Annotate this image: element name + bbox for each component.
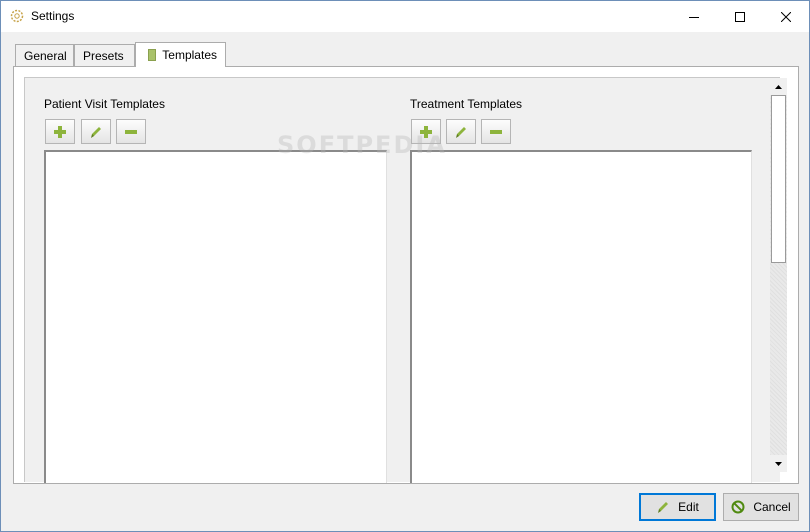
- scroll-down-button[interactable]: [770, 455, 787, 472]
- cancel-button[interactable]: Cancel: [723, 493, 799, 521]
- arrow-down-icon: [775, 461, 782, 466]
- edit-treatment-template-button[interactable]: [446, 119, 476, 144]
- add-icon: [54, 125, 66, 138]
- scroll-up-button[interactable]: [770, 78, 787, 95]
- remove-icon: [490, 129, 502, 134]
- treatment-templates-label: Treatment Templates: [410, 97, 523, 111]
- title-bar[interactable]: Settings: [1, 1, 809, 32]
- remove-patient-template-button[interactable]: [116, 119, 146, 144]
- minimize-button[interactable]: [671, 1, 717, 32]
- tab-templates-label: Templates: [162, 48, 217, 62]
- edit-patient-template-button[interactable]: [81, 119, 111, 144]
- close-button[interactable]: [763, 1, 809, 32]
- remove-treatment-template-button[interactable]: [481, 119, 511, 144]
- tab-presets[interactable]: Presets: [74, 44, 135, 66]
- cancel-icon: [731, 500, 745, 514]
- tab-general-label: General: [24, 48, 67, 63]
- edit-pencil-icon: [456, 126, 466, 138]
- maximize-button[interactable]: [717, 1, 763, 32]
- maximize-icon: [735, 11, 745, 22]
- template-icon: [148, 49, 157, 61]
- edit-button[interactable]: Edit: [639, 493, 716, 521]
- remove-icon: [125, 129, 137, 134]
- add-patient-template-button[interactable]: [45, 119, 75, 144]
- window-title: Settings: [31, 9, 75, 23]
- tab-general[interactable]: General: [15, 44, 74, 66]
- tab-presets-label: Presets: [83, 48, 124, 63]
- patient-visit-templates-list[interactable]: [44, 150, 387, 483]
- edit-pencil-icon: [658, 502, 669, 513]
- arrow-up-icon: [775, 84, 782, 89]
- watermark-text: SOFTPEDIA: [277, 131, 447, 159]
- edit-pencil-icon: [91, 126, 101, 138]
- scrollbar-thumb[interactable]: [771, 95, 786, 263]
- cancel-button-label: Cancel: [753, 500, 791, 514]
- settings-gear-icon: [9, 8, 25, 24]
- settings-window: Settings General Presets Templates Patie…: [0, 0, 810, 532]
- close-icon: [781, 11, 791, 22]
- templates-tab-panel: Patient Visit Templates Treatment Templa…: [13, 66, 799, 484]
- treatment-templates-list[interactable]: [410, 150, 752, 483]
- tab-templates[interactable]: Templates: [135, 42, 226, 67]
- minimize-icon: [689, 16, 699, 18]
- patient-visit-templates-label: Patient Visit Templates: [44, 97, 165, 111]
- edit-button-label: Edit: [678, 500, 699, 514]
- vertical-scrollbar[interactable]: [770, 78, 787, 472]
